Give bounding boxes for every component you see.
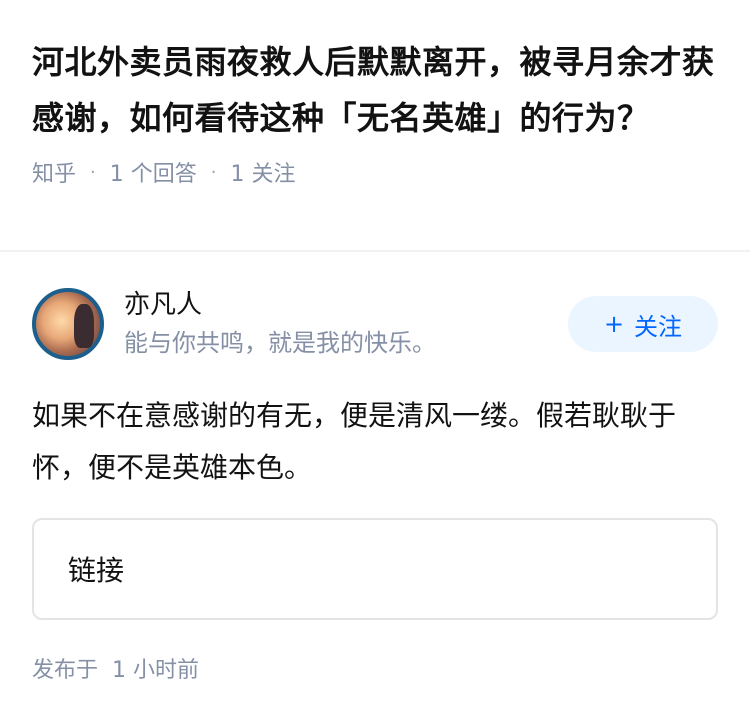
publish-prefix: 发布于 [32,658,99,683]
follower-count[interactable]: 1 关注 [230,156,295,188]
question-title[interactable]: 河北外卖员雨夜救人后默默离开，被寻月余才获感谢，如何看待这种「无名英雄」的行为？ [32,34,718,146]
meta-separator: · [210,161,217,183]
follow-button-label: 关注 [634,312,683,341]
avatar[interactable] [32,288,104,360]
answer-page: 河北外卖员雨夜救人后默默离开，被寻月余才获感谢，如何看待这种「无名英雄」的行为？… [0,0,750,722]
publish-time: 发布于 1 小时前 [32,654,199,688]
publish-time-value: 1 小时前 [112,658,200,683]
link-card[interactable]: 链接 [32,518,718,620]
source-label[interactable]: 知乎 [32,156,76,188]
follow-button[interactable]: + 关注 [568,296,718,352]
avatar-image-detail [74,304,94,348]
author-bio: 能与你共鸣，就是我的快乐。 [124,329,436,357]
question-meta: 知乎 · 1 个回答 · 1 关注 [32,156,718,188]
divider [0,250,750,252]
answer-count[interactable]: 1 个回答 [110,156,197,188]
answer-content: 如果不在意感谢的有无，便是清风一缕。假若耿耿于怀，便不是英雄本色。 [32,399,677,484]
meta-separator: · [90,161,96,183]
link-card-label: 链接 [68,554,125,587]
author-info: 亦凡人 能与你共鸣，就是我的快乐。 [124,288,568,360]
plus-icon: + [603,310,625,338]
question-header: 河北外卖员雨夜救人后默默离开，被寻月余才获感谢，如何看待这种「无名英雄」的行为？… [0,0,750,188]
author-row: 亦凡人 能与你共鸣，就是我的快乐。 + 关注 [32,286,718,362]
author-name[interactable]: 亦凡人 [124,288,568,322]
